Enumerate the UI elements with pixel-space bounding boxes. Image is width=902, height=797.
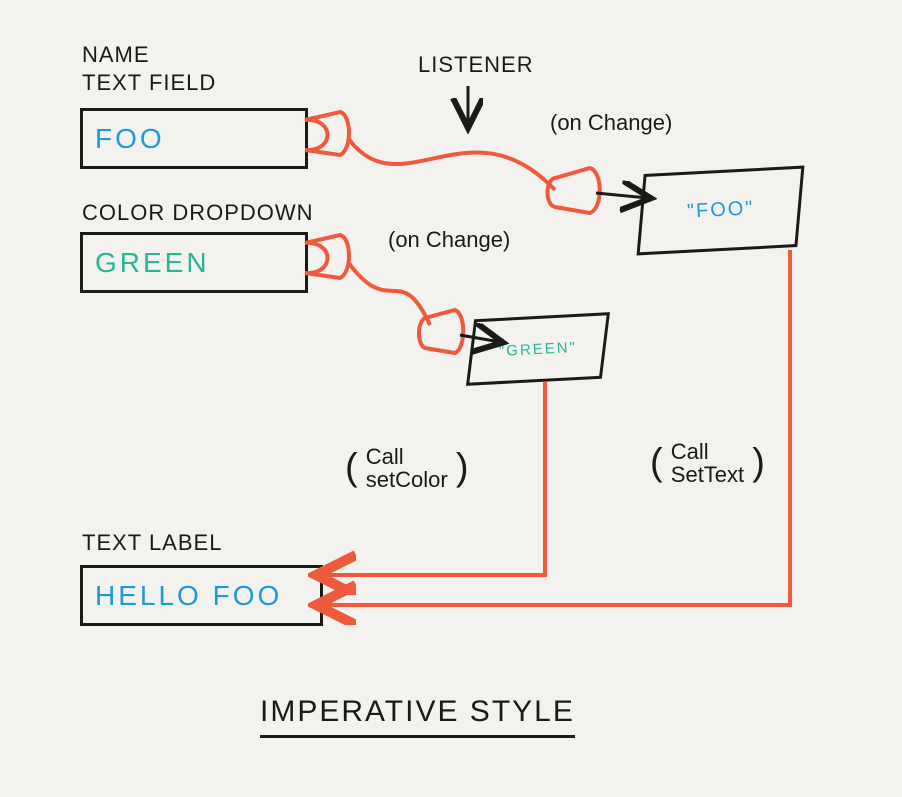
name-text-field[interactable]: FOO [80, 108, 308, 169]
listener-receive-color-value: "GREEN" [499, 338, 578, 359]
cup-icon-name-dest [548, 168, 600, 213]
text-label-field: HELLO FOO [80, 565, 323, 626]
call-setcolor-annotation: ( Call setColor ) [345, 445, 468, 491]
listener-label: LISTENER [418, 52, 534, 78]
connector-settext [320, 250, 790, 605]
onchange-annotation-color: (on Change) [388, 227, 510, 253]
name-field-label-line1: NAME [82, 42, 150, 68]
wire-name-to-listener [348, 138, 555, 190]
cup-icon-color [305, 235, 349, 278]
diagram-canvas: NAME TEXT FIELD FOO COLOR DROPDOWN GREEN… [0, 0, 902, 797]
text-label-caption: TEXT LABEL [82, 530, 222, 556]
name-field-label-line2: TEXT FIELD [82, 70, 216, 96]
call-settext-annotation: ( Call SetText ) [650, 440, 765, 486]
listener-receive-name-value: "FOO" [686, 197, 755, 224]
name-text-field-value: FOO [95, 123, 165, 155]
onchange-annotation-name: (on Change) [550, 110, 672, 136]
listener-receive-name-panel: "FOO" [638, 166, 803, 255]
color-dropdown[interactable]: GREEN [80, 232, 308, 293]
cup-icon-color-dest [419, 310, 463, 353]
color-dropdown-value: GREEN [95, 247, 210, 279]
wire-color-to-listener [348, 262, 430, 325]
color-dropdown-label: COLOR DROPDOWN [82, 200, 314, 226]
listener-receive-color-panel: "GREEN" [468, 312, 607, 385]
cup-icon-name [305, 112, 349, 155]
diagram-title: IMPERATIVE STYLE [260, 695, 575, 738]
text-label-value: HELLO FOO [95, 580, 282, 612]
